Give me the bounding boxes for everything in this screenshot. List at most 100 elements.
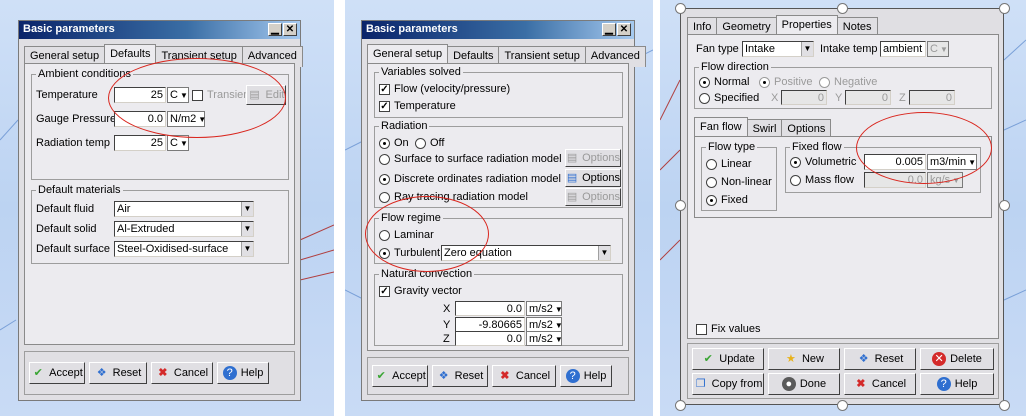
minimize-button[interactable]: ▁ <box>268 23 282 36</box>
nonlinear-radio[interactable]: Non-linear <box>706 176 772 188</box>
resize-handle-top-left[interactable] <box>675 3 686 14</box>
star-icon: ★ <box>786 353 796 365</box>
tab-defaults[interactable]: Defaults <box>104 44 157 65</box>
delete-button[interactable]: ✕ Delete <box>920 348 994 370</box>
chevron-down-icon: ▼ <box>241 242 253 256</box>
dir-x-input[interactable]: 0 <box>781 90 827 105</box>
default-surface-select[interactable]: Steel-Oxidised-surface ▼ <box>114 241 254 257</box>
normal-radio[interactable]: Normal <box>699 76 749 88</box>
linear-radio[interactable]: Linear <box>706 158 752 170</box>
do-options-button[interactable]: ▤ Options <box>565 169 621 187</box>
help-button[interactable]: ? Help <box>920 373 994 395</box>
gauge-pressure-input[interactable]: 0.0 <box>114 111 166 127</box>
accept-button[interactable]: ✔ Accept <box>29 362 85 384</box>
default-solid-select[interactable]: Al-Extruded ▼ <box>114 221 254 237</box>
gravity-z-unit-select[interactable]: m/s2 ▼ <box>526 331 563 346</box>
accept-label: Accept <box>49 367 83 379</box>
radiation-unit-value: C <box>170 137 178 149</box>
gravity-vector-checkbox[interactable]: ✓ Gravity vector <box>379 285 462 297</box>
cancel-button[interactable]: ✖ Cancel <box>492 365 556 387</box>
natural-convection-legend: Natural convection <box>379 268 475 280</box>
resize-handle-bottom[interactable] <box>837 400 848 411</box>
chevron-down-icon: ▼ <box>939 45 948 54</box>
specified-label: Specified <box>714 92 760 104</box>
radiation-on-radio[interactable]: On <box>379 137 409 149</box>
help-button[interactable]: ? Help <box>560 365 612 387</box>
volumetric-input[interactable]: 0.005 <box>864 154 926 170</box>
resize-handle-top[interactable] <box>837 3 848 14</box>
cancel-button[interactable]: ✖ Cancel <box>151 362 213 384</box>
linear-label: Linear <box>721 158 752 170</box>
radiation-temp-input[interactable]: 25 <box>114 135 166 151</box>
edit-button[interactable]: ▤ Edit <box>246 85 286 105</box>
mass-flow-unit-select[interactable]: kg/s ▼ <box>927 172 963 188</box>
reset-button[interactable]: ❖ Reset <box>89 362 147 384</box>
reset-button[interactable]: ❖ Reset <box>432 365 488 387</box>
close-button[interactable]: ✕ <box>283 23 297 36</box>
s2s-radiation-radio[interactable]: Surface to surface radiation model <box>379 153 562 165</box>
fixed-radio[interactable]: Fixed <box>706 194 748 206</box>
gravity-y-input[interactable]: -9.80665 <box>455 317 525 332</box>
temperature-unit-select[interactable]: C ▼ <box>167 87 189 103</box>
turbulence-model-select[interactable]: Zero equation ▼ <box>441 245 611 261</box>
volumetric-unit-select[interactable]: m3/min ▼ <box>927 154 977 170</box>
s2s-label: Surface to surface radiation model <box>394 153 562 165</box>
fix-values-checkbox[interactable]: Fix values <box>696 323 761 335</box>
intake-temp-unit-select[interactable]: C ▼ <box>927 41 949 57</box>
tab-general-setup[interactable]: General setup <box>367 44 449 65</box>
do-radiation-radio[interactable]: Discrete ordinates radiation model <box>379 173 561 185</box>
new-button[interactable]: ★ New <box>768 348 840 370</box>
tab-properties[interactable]: Properties <box>775 15 838 36</box>
resize-handle-bottom-right[interactable] <box>999 400 1010 411</box>
radiation-temp-unit-select[interactable]: C ▼ <box>167 135 189 151</box>
update-button[interactable]: ✔ Update <box>692 348 764 370</box>
mass-flow-radio[interactable]: Mass flow <box>790 174 854 186</box>
intake-temp-unit: C <box>930 43 938 55</box>
help-button[interactable]: ? Help <box>217 362 269 384</box>
mass-flow-input[interactable]: 0.0 <box>864 172 926 188</box>
transient-checkbox[interactable]: Transient <box>192 89 252 101</box>
resize-handle-right[interactable] <box>999 200 1010 211</box>
resize-handle-bottom-left[interactable] <box>675 400 686 411</box>
radio-dot <box>379 191 390 203</box>
default-materials-group: Default materials Default fluid Air ▼ Def… <box>31 184 289 264</box>
radiation-off-radio[interactable]: Off <box>415 137 444 149</box>
gravity-z-input[interactable]: 0.0 <box>455 331 525 346</box>
reset-button[interactable]: ❖ Reset <box>844 348 916 370</box>
negative-radio[interactable]: Negative <box>819 76 877 88</box>
resize-handle-left[interactable] <box>675 200 686 211</box>
laminar-radio[interactable]: Laminar <box>379 229 434 241</box>
minimize-button[interactable]: ▁ <box>602 23 616 36</box>
volumetric-radio[interactable]: Volumetric <box>790 156 856 168</box>
gravity-x-unit-select[interactable]: m/s2 ▼ <box>526 301 563 316</box>
flow-checkbox[interactable]: ✓ Flow (velocity/pressure) <box>379 83 510 95</box>
subtab-fan-flow[interactable]: Fan flow <box>694 117 748 138</box>
gravity-y-unit-select[interactable]: m/s2 ▼ <box>526 317 563 332</box>
dir-z-input[interactable]: 0 <box>909 90 955 105</box>
s2s-options-button[interactable]: ▤ Options <box>565 149 621 167</box>
done-button[interactable]: ● Done <box>768 373 840 395</box>
cancel-icon: ✖ <box>158 367 168 379</box>
cancel-button[interactable]: ✖ Cancel <box>844 373 916 395</box>
temperature-checkbox[interactable]: ✓ Temperature <box>379 100 456 112</box>
gauge-pressure-unit-select[interactable]: N/m2 ▼ <box>167 111 206 127</box>
radiation-group: Radiation On Off Surface to surface radi… <box>374 120 623 208</box>
gravity-x-input[interactable]: 0.0 <box>455 301 525 316</box>
accept-button[interactable]: ✔ Accept <box>372 365 428 387</box>
fan-type-select[interactable]: Intake ▼ <box>742 41 814 57</box>
ray-options-button[interactable]: ▤ Options <box>565 188 621 206</box>
chevron-down-icon: ▼ <box>554 335 563 344</box>
intake-temp-input[interactable]: ambient <box>880 41 926 57</box>
positive-radio[interactable]: Positive <box>759 76 813 88</box>
close-button[interactable]: ✕ <box>617 23 631 36</box>
dir-y-input[interactable]: 0 <box>845 90 891 105</box>
specified-radio[interactable]: Specified <box>699 92 759 104</box>
ray-tracing-radio[interactable]: Ray tracing radiation model <box>379 191 528 203</box>
turbulent-radio[interactable]: Turbulent <box>379 247 440 259</box>
resize-handle-top-right[interactable] <box>999 3 1010 14</box>
fan-type-value: Intake <box>745 43 775 55</box>
copy-from-button[interactable]: ❐ Copy from <box>692 373 764 395</box>
chevron-down-icon: ▼ <box>179 139 188 148</box>
temperature-input[interactable]: 25 <box>114 87 166 103</box>
default-fluid-select[interactable]: Air ▼ <box>114 201 254 217</box>
